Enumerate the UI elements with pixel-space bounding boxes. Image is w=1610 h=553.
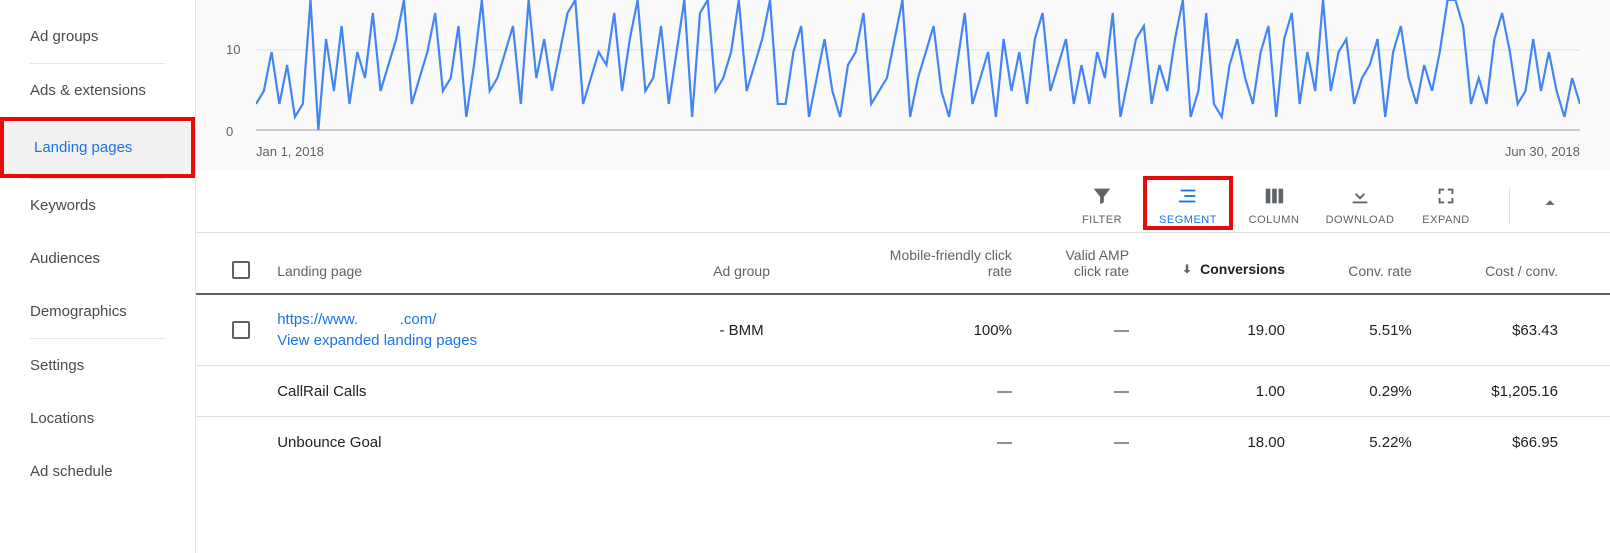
row-checkbox[interactable]	[232, 321, 250, 339]
select-all-checkbox[interactable]	[232, 261, 250, 279]
cell-amp-rate: —	[1024, 434, 1141, 451]
chart-area: 10 0 Jan 1, 2018 Jun 30, 2018	[196, 0, 1610, 170]
download-label: DOWNLOAD	[1326, 214, 1395, 226]
cell-mobile-rate: 100%	[868, 322, 1024, 339]
download-button[interactable]: DOWNLOAD	[1317, 184, 1403, 226]
cell-cost-conv: $1,205.16	[1424, 383, 1570, 400]
sidebar-item-ad-groups[interactable]: Ad groups	[0, 10, 195, 63]
sort-desc-icon	[1180, 262, 1194, 279]
sidebar-item-ads-extensions[interactable]: Ads & extensions	[0, 64, 195, 117]
chevron-up-icon	[1539, 192, 1561, 219]
column-button[interactable]: COLUMN	[1231, 184, 1317, 226]
chart-x-start-label: Jan 1, 2018	[256, 144, 324, 159]
table-row: Unbounce Goal — — 18.00 5.22% $66.95	[196, 417, 1610, 467]
cell-conversions: 1.00	[1141, 383, 1297, 400]
segment-label: SEGMENT	[1159, 214, 1217, 226]
cell-cost-conv: $66.95	[1424, 434, 1570, 451]
columns-icon	[1263, 184, 1285, 208]
sidebar-item-landing-pages[interactable]: Landing pages	[0, 117, 195, 178]
col-header-cost-conv[interactable]: Cost / conv.	[1424, 263, 1570, 279]
main-content: 10 0 Jan 1, 2018 Jun 30, 2018 FILTER	[196, 0, 1610, 553]
sidebar-item-demographics[interactable]: Demographics	[0, 285, 195, 338]
chart-y-tick: 0	[226, 124, 233, 139]
segment-icon	[1176, 184, 1200, 208]
expand-button[interactable]: EXPAND	[1403, 184, 1489, 226]
cell-conv-rate: 5.51%	[1297, 322, 1424, 339]
cell-label: Unbounce Goal	[265, 434, 615, 451]
sidebar-item-ad-schedule[interactable]: Ad schedule	[0, 445, 195, 498]
cell-conversions: 19.00	[1141, 322, 1297, 339]
sidebar-item-keywords[interactable]: Keywords	[0, 179, 195, 232]
col-header-ad-group[interactable]: Ad group	[615, 263, 868, 279]
chart-x-end-label: Jun 30, 2018	[1505, 144, 1580, 159]
cell-cost-conv: $63.43	[1424, 322, 1570, 339]
col-header-conversions[interactable]: Conversions	[1141, 261, 1297, 279]
col-header-landing-page[interactable]: Landing page	[265, 263, 615, 279]
line-chart[interactable]	[256, 0, 1580, 140]
cell-mobile-rate: —	[868, 434, 1024, 451]
table-row: CallRail Calls — — 1.00 0.29% $1,205.16	[196, 366, 1610, 417]
table-row: https://www. .com/ View expanded landing…	[196, 295, 1610, 366]
col-header-mobile-rate[interactable]: Mobile-friendly click rate	[868, 247, 1024, 279]
cell-conversions: 18.00	[1141, 434, 1297, 451]
download-icon	[1349, 184, 1371, 208]
col-header-conv-rate[interactable]: Conv. rate	[1297, 263, 1424, 279]
cell-ad-group: - BMM	[615, 322, 868, 339]
landing-pages-table: Landing page Ad group Mobile-friendly cl…	[196, 232, 1610, 467]
segment-button[interactable]: SEGMENT	[1145, 184, 1231, 226]
divider	[1509, 187, 1510, 223]
cell-label: CallRail Calls	[265, 383, 615, 400]
column-label: COLUMN	[1249, 214, 1300, 226]
landing-page-link[interactable]: https://www. .com/	[277, 311, 436, 328]
sidebar: Ad groups Ads & extensions Landing pages…	[0, 0, 196, 553]
filter-button[interactable]: FILTER	[1059, 184, 1145, 226]
cell-conv-rate: 5.22%	[1297, 434, 1424, 451]
table-toolbar: FILTER SEGMENT COLUMN	[196, 170, 1610, 232]
table-header-row: Landing page Ad group Mobile-friendly cl…	[196, 233, 1610, 295]
sidebar-item-settings[interactable]: Settings	[0, 339, 195, 392]
funnel-icon	[1091, 184, 1113, 208]
cell-mobile-rate: —	[868, 383, 1024, 400]
cell-amp-rate: —	[1024, 383, 1141, 400]
sidebar-item-audiences[interactable]: Audiences	[0, 232, 195, 285]
chart-y-tick: 10	[226, 42, 240, 57]
cell-conv-rate: 0.29%	[1297, 383, 1424, 400]
filter-label: FILTER	[1082, 214, 1122, 226]
sidebar-item-locations[interactable]: Locations	[0, 392, 195, 445]
view-expanded-link[interactable]: View expanded landing pages	[277, 332, 603, 349]
col-header-amp-rate[interactable]: Valid AMP click rate	[1024, 247, 1141, 279]
collapse-chart-button[interactable]	[1530, 185, 1570, 225]
cell-amp-rate: —	[1024, 322, 1141, 339]
expand-icon	[1435, 184, 1457, 208]
expand-label: EXPAND	[1422, 214, 1469, 226]
